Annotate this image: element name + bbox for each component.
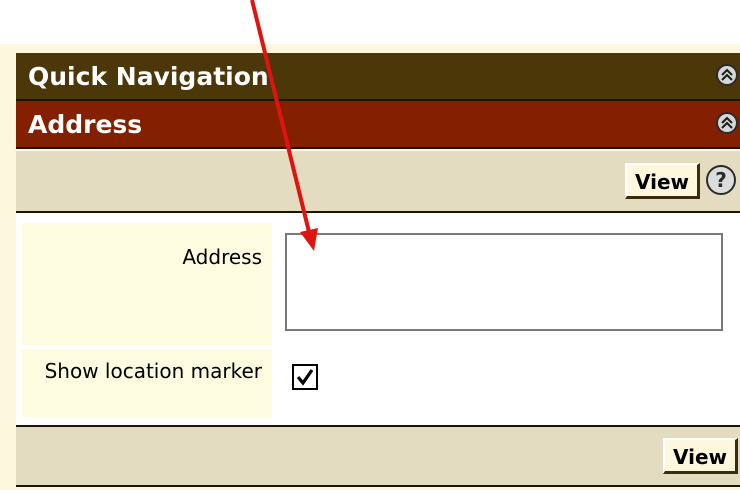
show-location-marker-checkbox[interactable] (292, 364, 318, 390)
checkmark-icon (296, 369, 314, 386)
collapse-up-icon[interactable] (716, 112, 738, 134)
address-form: Address Show location marker (16, 213, 740, 425)
view-button-top[interactable]: View (624, 163, 700, 199)
address-input[interactable] (285, 233, 723, 331)
show-location-marker-label: Show location marker (22, 349, 272, 417)
view-button-bottom[interactable]: View (662, 438, 738, 474)
quick-navigation-title: Quick Navigation (28, 62, 269, 91)
quick-navigation-header[interactable]: Quick Navigation (16, 53, 740, 101)
collapse-up-icon[interactable] (716, 64, 738, 86)
top-toolbar: View ? (16, 151, 740, 213)
address-header[interactable]: Address (16, 101, 740, 149)
address-label: Address (22, 223, 272, 345)
bottom-toolbar: View (16, 425, 740, 487)
help-icon[interactable]: ? (706, 165, 736, 195)
address-panel-title: Address (28, 110, 143, 139)
